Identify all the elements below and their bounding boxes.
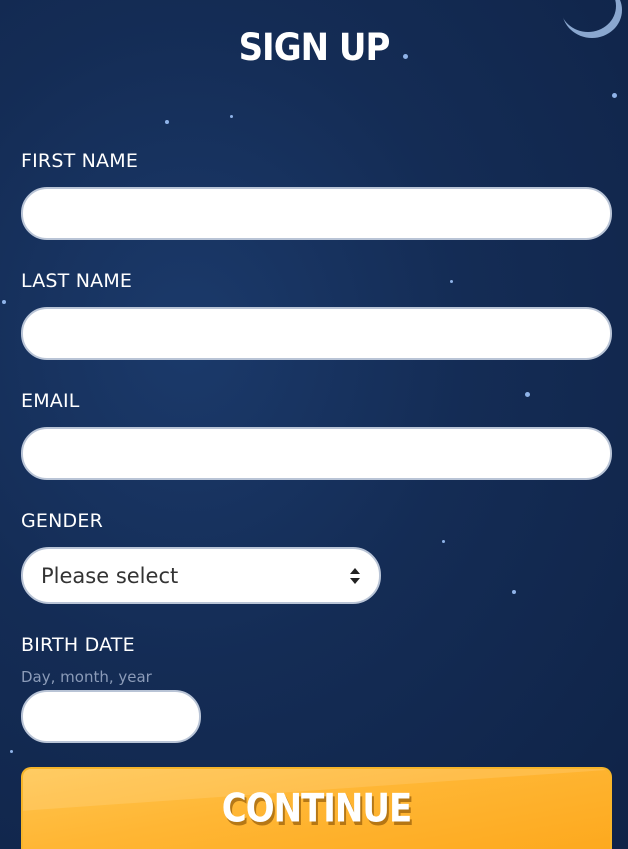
birth-date-field[interactable] (21, 690, 201, 743)
last-name-label: LAST NAME (21, 270, 133, 292)
continue-button[interactable]: CONTINUE (21, 767, 612, 849)
first-name-field[interactable] (21, 187, 612, 240)
continue-button-label: CONTINUE (221, 786, 412, 832)
birth-date-hint: Day, month, year (21, 668, 152, 686)
gender-selected-value: Please select (41, 563, 179, 588)
gender-select[interactable]: Please select (21, 547, 381, 604)
last-name-field[interactable] (21, 307, 612, 360)
gender-label: GENDER (21, 510, 103, 532)
email-label: EMAIL (21, 390, 80, 412)
birth-date-label: BIRTH DATE (21, 634, 135, 656)
updown-icon (350, 567, 360, 584)
page-title: SIGN UP (238, 26, 391, 70)
first-name-label: FIRST NAME (21, 150, 139, 172)
email-field[interactable] (21, 427, 612, 480)
